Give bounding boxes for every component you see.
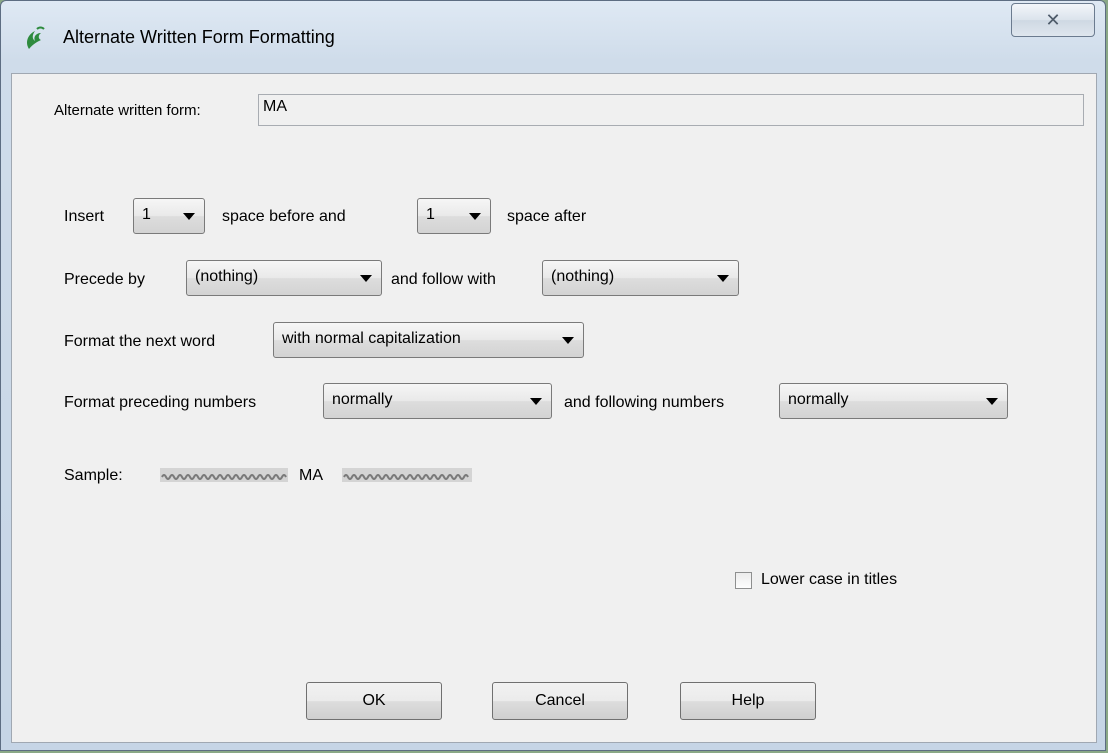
preceding-numbers-value: normally: [332, 391, 393, 408]
space-before-label: space before and: [222, 208, 346, 225]
sample-placeholder-after: [342, 468, 472, 482]
precede-value: (nothing): [195, 268, 259, 285]
space-after-label: space after: [507, 208, 587, 225]
help-button[interactable]: Help: [680, 682, 816, 720]
chevron-down-icon: [183, 213, 195, 220]
chevron-down-icon: [986, 398, 998, 405]
dragon-app-icon: [27, 26, 45, 49]
space-before-value: 1: [142, 206, 151, 223]
sample-label: Sample:: [64, 467, 123, 484]
next-word-select[interactable]: with normal capitalization: [273, 322, 584, 358]
space-after-value: 1: [426, 206, 435, 223]
chevron-down-icon: [530, 398, 542, 405]
following-numbers-value: normally: [788, 391, 849, 408]
following-numbers-label: and following numbers: [564, 394, 725, 411]
dialog-body: Alternate written form: MA Insert 1 spac…: [11, 73, 1097, 743]
space-after-select[interactable]: 1: [417, 198, 491, 234]
chevron-down-icon: [717, 275, 729, 282]
space-before-select[interactable]: 1: [133, 198, 205, 234]
follow-label: and follow with: [391, 271, 496, 288]
close-button[interactable]: ✕: [1011, 3, 1095, 37]
alt-form-input[interactable]: MA: [258, 94, 1084, 126]
lowercase-titles-checkbox[interactable]: [735, 572, 752, 589]
chevron-down-icon: [360, 275, 372, 282]
window-title: Alternate Written Form Formatting: [63, 27, 335, 47]
preceding-numbers-select[interactable]: normally: [323, 383, 552, 419]
insert-label: Insert: [64, 208, 105, 225]
chevron-down-icon: [469, 213, 481, 220]
close-icon: ✕: [1045, 9, 1061, 30]
alt-form-label: Alternate written form:: [54, 102, 201, 119]
precede-select[interactable]: (nothing): [186, 260, 382, 296]
dialog-window: Alternate Written Form Formatting ✕ Alte…: [0, 0, 1106, 751]
lowercase-titles-label[interactable]: Lower case in titles: [761, 571, 897, 589]
sample-placeholder-before: [160, 468, 288, 482]
next-word-label: Format the next word: [64, 333, 216, 350]
preceding-numbers-label: Format preceding numbers: [64, 394, 257, 411]
follow-select[interactable]: (nothing): [542, 260, 739, 296]
following-numbers-select[interactable]: normally: [779, 383, 1008, 419]
ok-button[interactable]: OK: [306, 682, 442, 720]
chevron-down-icon: [562, 337, 574, 344]
follow-value: (nothing): [551, 268, 615, 285]
title-bar[interactable]: Alternate Written Form Formatting ✕: [1, 1, 1105, 73]
cancel-button[interactable]: Cancel: [492, 682, 628, 720]
next-word-value: with normal capitalization: [282, 330, 461, 347]
sample-text: MA: [299, 467, 323, 484]
precede-label: Precede by: [64, 271, 145, 288]
